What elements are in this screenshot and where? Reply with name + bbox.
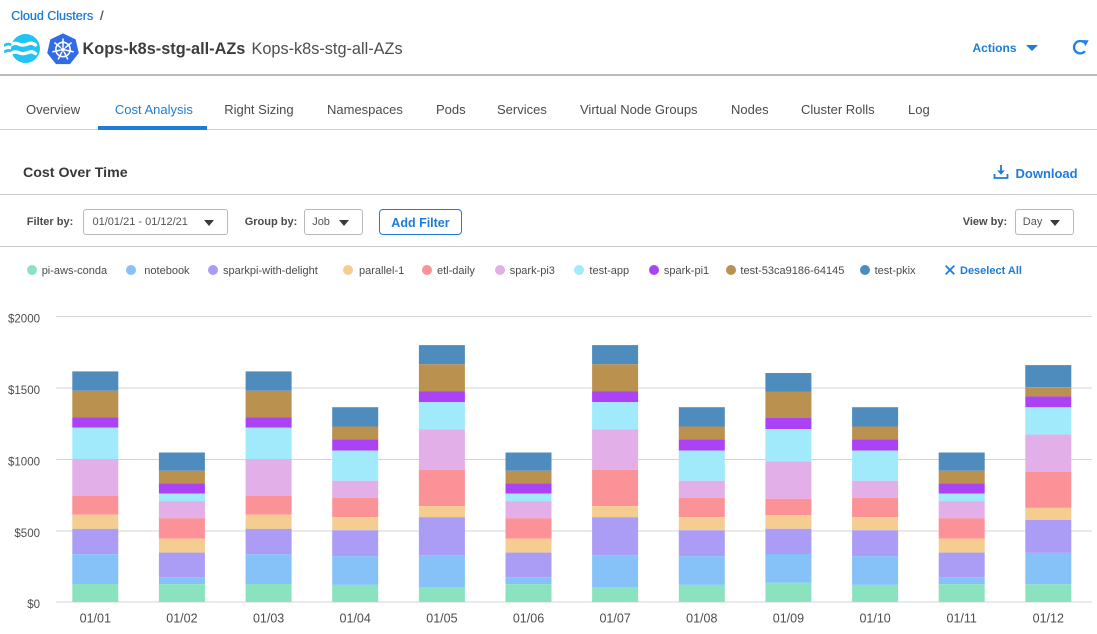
svg-text:01/04: 01/04 [340, 611, 371, 625]
svg-text:01/09: 01/09 [773, 611, 804, 625]
svg-text:01/06: 01/06 [513, 611, 544, 625]
svg-text:01/08: 01/08 [686, 611, 717, 625]
svg-text:01/12: 01/12 [1033, 611, 1064, 625]
svg-text:01/10: 01/10 [859, 611, 890, 625]
svg-text:01/01: 01/01 [80, 611, 111, 625]
svg-text:01/02: 01/02 [166, 611, 197, 625]
svg-text:$0: $0 [27, 599, 40, 611]
svg-text:$500: $500 [14, 528, 40, 540]
svg-text:01/07: 01/07 [599, 611, 630, 625]
svg-text:$2000: $2000 [8, 313, 40, 325]
svg-text:$1500: $1500 [8, 385, 40, 397]
svg-text:01/03: 01/03 [253, 611, 284, 625]
svg-text:01/05: 01/05 [426, 611, 457, 625]
svg-text:$1000: $1000 [8, 456, 40, 468]
svg-text:01/11: 01/11 [947, 611, 977, 625]
